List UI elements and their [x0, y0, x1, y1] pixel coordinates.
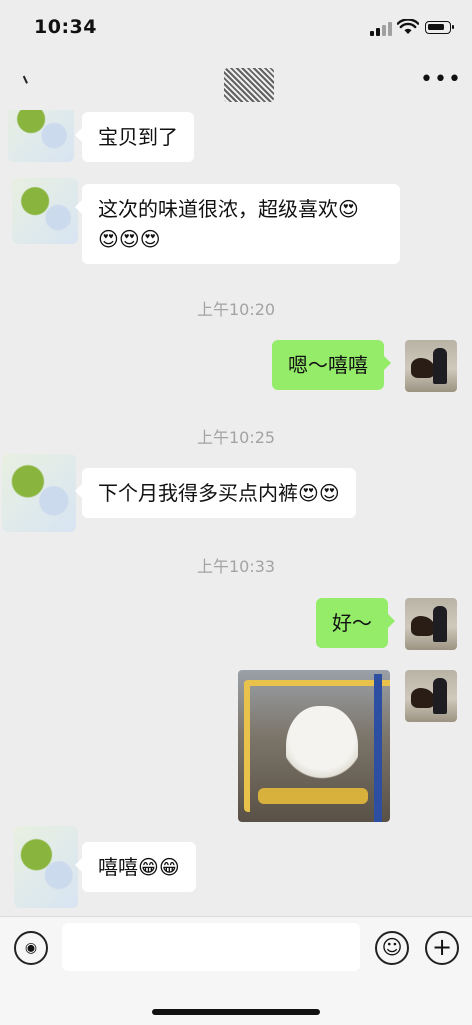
avatar-dog-figure: [411, 616, 435, 636]
signal-icon: [370, 22, 392, 36]
status-bar: 10:34: [0, 0, 472, 58]
contact-avatar[interactable]: [12, 178, 78, 244]
wifi-icon: [397, 19, 419, 34]
avatar-person-figure: [433, 348, 447, 384]
message-text: 嘻嘻😁😁: [98, 855, 180, 879]
avatar-dog-figure: [411, 688, 435, 708]
timestamp: 上午10:33: [196, 557, 276, 576]
image-message-puppy[interactable]: [238, 670, 390, 822]
input-bar: ◉ ☺ +: [0, 916, 472, 1025]
contact-avatar[interactable]: [2, 454, 76, 532]
contact-name-obscured: [224, 68, 274, 102]
swing-seat: [258, 788, 368, 804]
message-text: 这次的味道很浓，超级喜欢😍: [98, 197, 359, 221]
voice-icon[interactable]: ◉: [14, 931, 48, 965]
message-list[interactable]: 宝贝到了 这次的味道很浓，超级喜欢😍 😍😍😍 上午10:20 嗯～嘻嘻 上午10…: [0, 110, 472, 916]
plus-icon[interactable]: +: [425, 931, 459, 965]
puppy-figure: [286, 706, 358, 794]
my-avatar[interactable]: [405, 598, 457, 650]
message-bubble-incoming[interactable]: 这次的味道很浓，超级喜欢😍 😍😍😍: [75, 184, 400, 264]
home-indicator: [152, 1009, 320, 1015]
avatar-person-figure: [433, 678, 447, 714]
message-bubble-outgoing[interactable]: 好～: [316, 598, 395, 648]
message-bubble-incoming[interactable]: 下个月我得多买点内裤😍😍: [75, 468, 356, 518]
message-text-emoji: 😍😍😍: [98, 227, 161, 251]
timestamp: 上午10:20: [196, 300, 276, 319]
avatar-person-figure: [433, 606, 447, 642]
my-avatar[interactable]: [405, 670, 457, 722]
chat-header: •••: [0, 58, 472, 110]
message-text: 宝贝到了: [98, 125, 178, 149]
more-button[interactable]: •••: [420, 69, 461, 94]
status-time: 10:34: [34, 16, 97, 38]
message-text: 下个月我得多买点内裤😍😍: [98, 481, 340, 505]
message-text: 好～: [332, 611, 372, 635]
emoji-face-icon[interactable]: ☺: [375, 931, 409, 965]
back-icon[interactable]: [22, 72, 36, 84]
contact-avatar[interactable]: [14, 826, 78, 908]
avatar-dog-figure: [411, 358, 435, 378]
battery-icon: [425, 21, 454, 34]
message-bubble-incoming[interactable]: 宝贝到了: [75, 112, 194, 162]
message-bubble-outgoing[interactable]: 嗯～嘻嘻: [272, 340, 391, 390]
swing-pole: [374, 674, 382, 822]
my-avatar[interactable]: [405, 340, 457, 392]
message-input[interactable]: [62, 923, 360, 971]
message-bubble-incoming[interactable]: 嘻嘻😁😁: [75, 842, 196, 892]
message-text: 嗯～嘻嘻: [288, 353, 368, 377]
timestamp: 上午10:25: [196, 428, 276, 447]
contact-avatar[interactable]: [8, 110, 74, 162]
